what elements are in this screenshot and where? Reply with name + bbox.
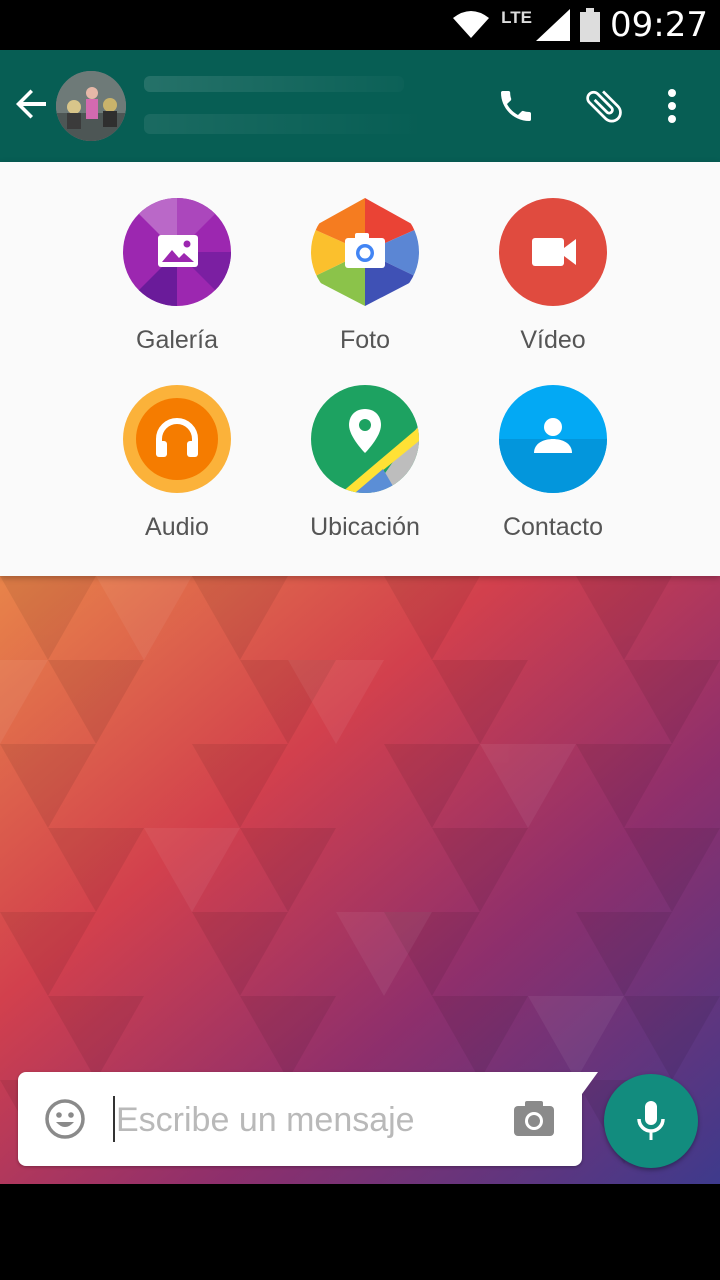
mic-icon <box>637 1101 665 1140</box>
voice-call-button[interactable] <box>494 84 538 128</box>
attach-photo[interactable]: Foto <box>285 198 445 355</box>
gallery-icon <box>123 198 231 306</box>
contact-name-redacted[interactable] <box>144 76 404 92</box>
attach-contact-label: Contacto <box>502 513 604 541</box>
wifi-icon <box>453 11 490 38</box>
attach-button[interactable] <box>582 84 626 128</box>
avatar-photo <box>56 71 126 141</box>
message-composer <box>18 1072 598 1166</box>
contact-button-circle <box>499 385 607 493</box>
attach-gallery[interactable]: Galería <box>97 198 257 355</box>
back-arrow-icon[interactable] <box>14 86 50 122</box>
camera-icon[interactable] <box>512 1098 556 1138</box>
attach-audio-label: Audio <box>145 513 209 541</box>
attach-photo-label: Foto <box>339 326 391 354</box>
clock: 09:27 <box>610 5 708 45</box>
gallery-button-circle <box>123 198 231 306</box>
contact-icon <box>499 385 607 493</box>
paperclip-icon <box>586 90 622 123</box>
video-icon <box>499 198 607 306</box>
voice-record-button[interactable] <box>604 1074 698 1168</box>
attachment-menu: Galería Foto Vídeo Audio Ubicación Conta… <box>0 162 720 576</box>
location-pin-icon <box>311 385 419 493</box>
signal-icon <box>536 9 571 41</box>
contact-status-redacted <box>144 114 424 134</box>
attach-video[interactable]: Vídeo <box>473 198 633 355</box>
camera-icon <box>311 198 419 306</box>
attach-location-label: Ubicación <box>310 513 420 541</box>
location-button-circle <box>311 385 419 493</box>
battery-icon <box>580 8 601 42</box>
attach-audio[interactable]: Audio <box>97 385 257 542</box>
attach-video-label: Vídeo <box>520 326 586 354</box>
avatar[interactable] <box>56 71 126 141</box>
chat-header <box>0 50 720 162</box>
attach-contact[interactable]: Contacto <box>473 385 633 542</box>
network-type-label: LTE <box>501 8 533 27</box>
video-button-circle <box>499 198 607 306</box>
phone-icon <box>501 91 531 121</box>
emoji-icon[interactable] <box>44 1098 86 1140</box>
attach-location[interactable]: Ubicación <box>285 385 445 542</box>
message-input[interactable] <box>114 1092 488 1148</box>
photo-button-circle <box>311 198 419 306</box>
more-vert-icon <box>668 89 676 123</box>
status-bar: LTE 09:27 <box>0 0 720 50</box>
attach-gallery-label: Galería <box>136 326 218 354</box>
system-navigation-bar <box>0 1184 720 1280</box>
audio-button-circle <box>123 385 231 493</box>
overflow-menu-button[interactable] <box>650 84 694 128</box>
headphones-icon <box>123 385 231 493</box>
composer-tail <box>582 1072 598 1094</box>
